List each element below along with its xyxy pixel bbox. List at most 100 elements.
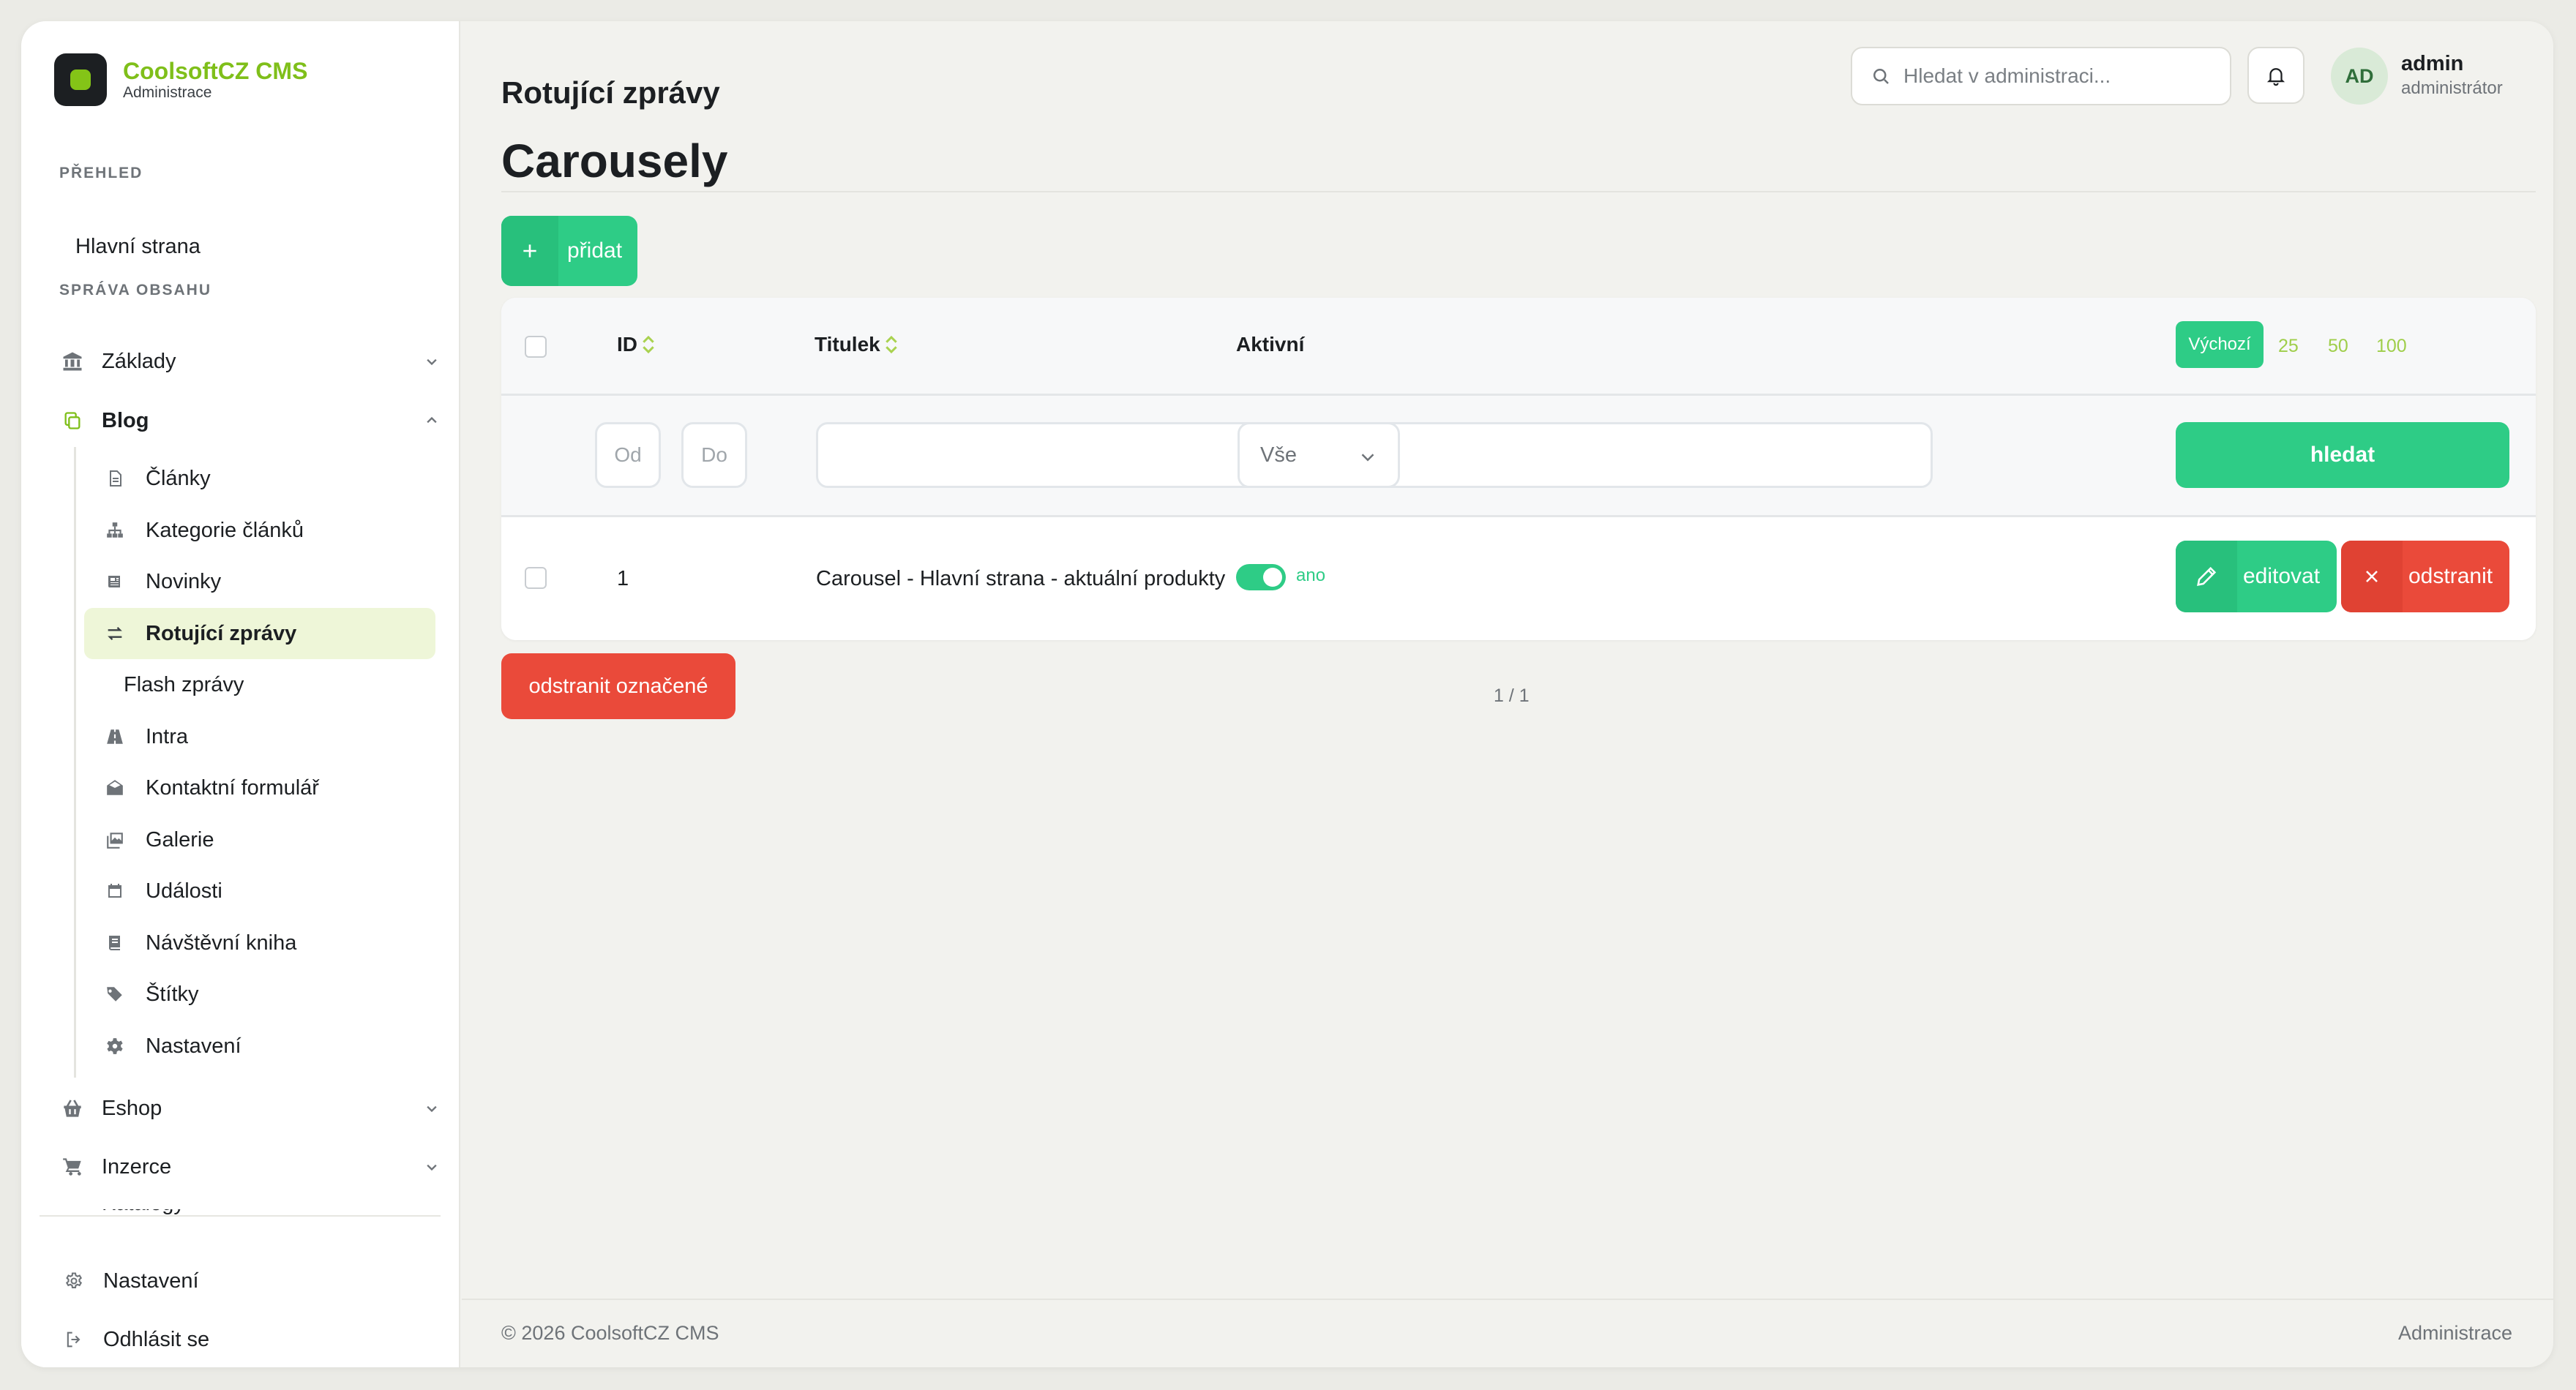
sidebar-item-label: Inzerce <box>102 1154 172 1179</box>
sidebar-item-label: Návštěvní kniha <box>146 931 297 955</box>
calendar-icon <box>103 879 127 903</box>
sidebar-item-label: Hlavní strana <box>75 234 201 258</box>
sort-icon <box>886 335 897 354</box>
select-all-checkbox[interactable] <box>525 336 547 358</box>
add-button[interactable]: přidat <box>501 216 637 286</box>
sidebar-item-label: Nastavení <box>146 1034 242 1058</box>
sidebar-item-label: Články <box>146 466 211 490</box>
active-toggle-label: ano <box>1296 566 1326 585</box>
delete-selected-button[interactable]: odstranit označené <box>501 653 735 719</box>
sidebar-item-novinky[interactable]: Novinky <box>84 556 435 607</box>
avatar[interactable]: AD <box>2331 48 2388 105</box>
logout-icon <box>61 1326 87 1353</box>
book-icon <box>103 931 127 955</box>
sidebar-group-katalogy[interactable]: Katalogy <box>59 1209 228 1215</box>
sidebar-group-zaklady[interactable]: Základy <box>59 341 437 382</box>
sidebar-item-navstevni-kniha[interactable]: Návštěvní kniha <box>84 917 435 969</box>
active-toggle[interactable] <box>1236 564 1286 590</box>
sidebar-item-dashboard[interactable]: Hlavní strana <box>75 226 201 267</box>
sidebar-item-label: Odhlásit se <box>103 1327 210 1351</box>
footer-divider <box>462 1299 2553 1300</box>
sidebar-group-eshop[interactable]: Eshop <box>59 1088 437 1129</box>
table-row: 1 Carousel - Hlavní strana - aktuální pr… <box>501 517 2536 640</box>
data-table: ID Titulek Aktivní Výchozí 25 50 100 Od … <box>501 298 2536 640</box>
per-page-option[interactable]: 100 <box>2376 336 2407 357</box>
sidebar-item-label: Kontaktní formulář <box>146 775 319 800</box>
sidebar-item-settings[interactable]: Nastavení <box>61 1261 199 1301</box>
sidebar-item-intra[interactable]: Intra <box>84 711 435 762</box>
sidebar-item-udalosti[interactable]: Události <box>84 865 435 917</box>
sidebar-item-label: Štítky <box>146 982 199 1006</box>
app-window: CoolsoftCZ CMS Administrace PŘEHLED Hlav… <box>21 21 2553 1367</box>
brand[interactable]: CoolsoftCZ CMS Administrace <box>54 53 307 106</box>
notifications-button[interactable] <box>2247 47 2304 104</box>
footer-link[interactable]: Administrace <box>2398 1322 2512 1345</box>
add-button-label: přidat <box>567 238 623 263</box>
chevron-down-icon <box>427 1164 437 1171</box>
column-header-id[interactable]: ID <box>617 333 656 356</box>
sidebar-item-flash-zpravy[interactable]: Flash zprávy <box>84 659 435 710</box>
sidebar-item-rotujici-zpravy[interactable]: Rotující zprávy <box>84 608 435 659</box>
user-name[interactable]: admin <box>2401 52 2463 76</box>
road-icon <box>103 725 127 748</box>
active-filter-select[interactable]: Vše <box>1238 422 1400 488</box>
table-header: ID Titulek Aktivní Výchozí 25 50 100 <box>501 298 2536 396</box>
section-heading: Carousely <box>501 135 728 187</box>
envelope-open-icon <box>103 776 127 800</box>
column-header-title[interactable]: Titulek <box>815 333 899 356</box>
footer-copyright: © 2026 CoolsoftCZ CMS <box>501 1322 719 1344</box>
sidebar: CoolsoftCZ CMS Administrace PŘEHLED Hlav… <box>21 21 460 1367</box>
column-header-active: Aktivní <box>1236 333 1304 356</box>
sidebar-item-kategorie[interactable]: Kategorie článků <box>84 505 435 556</box>
search-input[interactable] <box>1903 64 2211 88</box>
sidebar-group-inzerce[interactable]: Inzerce <box>59 1146 437 1187</box>
filter-row: Od - Do Vše hledat <box>501 396 2536 517</box>
delete-button[interactable]: odstranit <box>2341 541 2509 612</box>
sidebar-item-label: Flash zprávy <box>124 672 244 696</box>
sidebar-item-label: Základy <box>102 349 176 373</box>
brand-logo <box>54 53 107 106</box>
chevron-up-icon <box>427 416 437 424</box>
sidebar-item-label: Blog <box>102 408 149 432</box>
chevron-down-icon <box>427 1105 437 1113</box>
cog-icon <box>103 1034 127 1058</box>
search-box[interactable] <box>1851 47 2231 105</box>
sidebar-group-blog[interactable]: Blog <box>59 400 437 441</box>
per-page-option[interactable]: 25 <box>2278 336 2299 357</box>
id-from-field[interactable]: Od <box>595 422 661 488</box>
row-checkbox[interactable] <box>525 567 547 589</box>
id-to-field[interactable]: Do <box>681 422 747 488</box>
search-button[interactable]: hledat <box>2176 422 2509 488</box>
chevron-down-icon <box>427 358 437 366</box>
sidebar-item-label: Rotující zprávy <box>146 621 297 645</box>
sidebar-item-galerie[interactable]: Galerie <box>84 814 435 865</box>
sidebar-item-stitky[interactable]: Štítky <box>84 969 435 1020</box>
sidebar-item-label: Intra <box>146 724 189 748</box>
section-label-content: SPRÁVA OBSAHU <box>59 282 212 298</box>
sidebar-item-logout[interactable]: Odhlásit se <box>61 1319 209 1360</box>
active-filter-value: Vše <box>1260 443 1297 467</box>
row-id: 1 <box>617 567 629 590</box>
brand-name: CoolsoftCZ CMS <box>123 58 308 84</box>
bell-icon <box>2266 68 2285 86</box>
file-icon <box>103 467 127 490</box>
row-title[interactable]: Carousel - Hlavní strana - aktuální prod… <box>816 567 1225 591</box>
user-role: administrátor <box>2401 78 2503 98</box>
arrows-exchange-icon <box>103 622 127 645</box>
per-page-default[interactable]: Výchozí <box>2176 321 2264 368</box>
sidebar-item-kontaktni-formular[interactable]: Kontaktní formulář <box>84 762 435 814</box>
sitemap-icon <box>103 519 127 542</box>
column-header-label: Titulek <box>815 333 880 356</box>
section-label-overview: PŘEHLED <box>59 165 143 181</box>
sidebar-item-label: Galerie <box>146 827 214 852</box>
close-icon <box>2341 541 2403 612</box>
edit-button-label: editovat <box>2243 564 2321 588</box>
sidebar-item-label: Katalogy <box>59 1209 228 1215</box>
per-page-option[interactable]: 50 <box>2328 336 2348 357</box>
sidebar-item-blog-nastaveni[interactable]: Nastavení <box>84 1021 435 1072</box>
edit-button[interactable]: editovat <box>2176 541 2337 612</box>
sidebar-item-clanky[interactable]: Články <box>84 453 435 504</box>
page-title: Rotující zprávy <box>501 75 720 110</box>
sidebar-item-label: Události <box>146 879 222 903</box>
cart-icon <box>59 1154 86 1180</box>
